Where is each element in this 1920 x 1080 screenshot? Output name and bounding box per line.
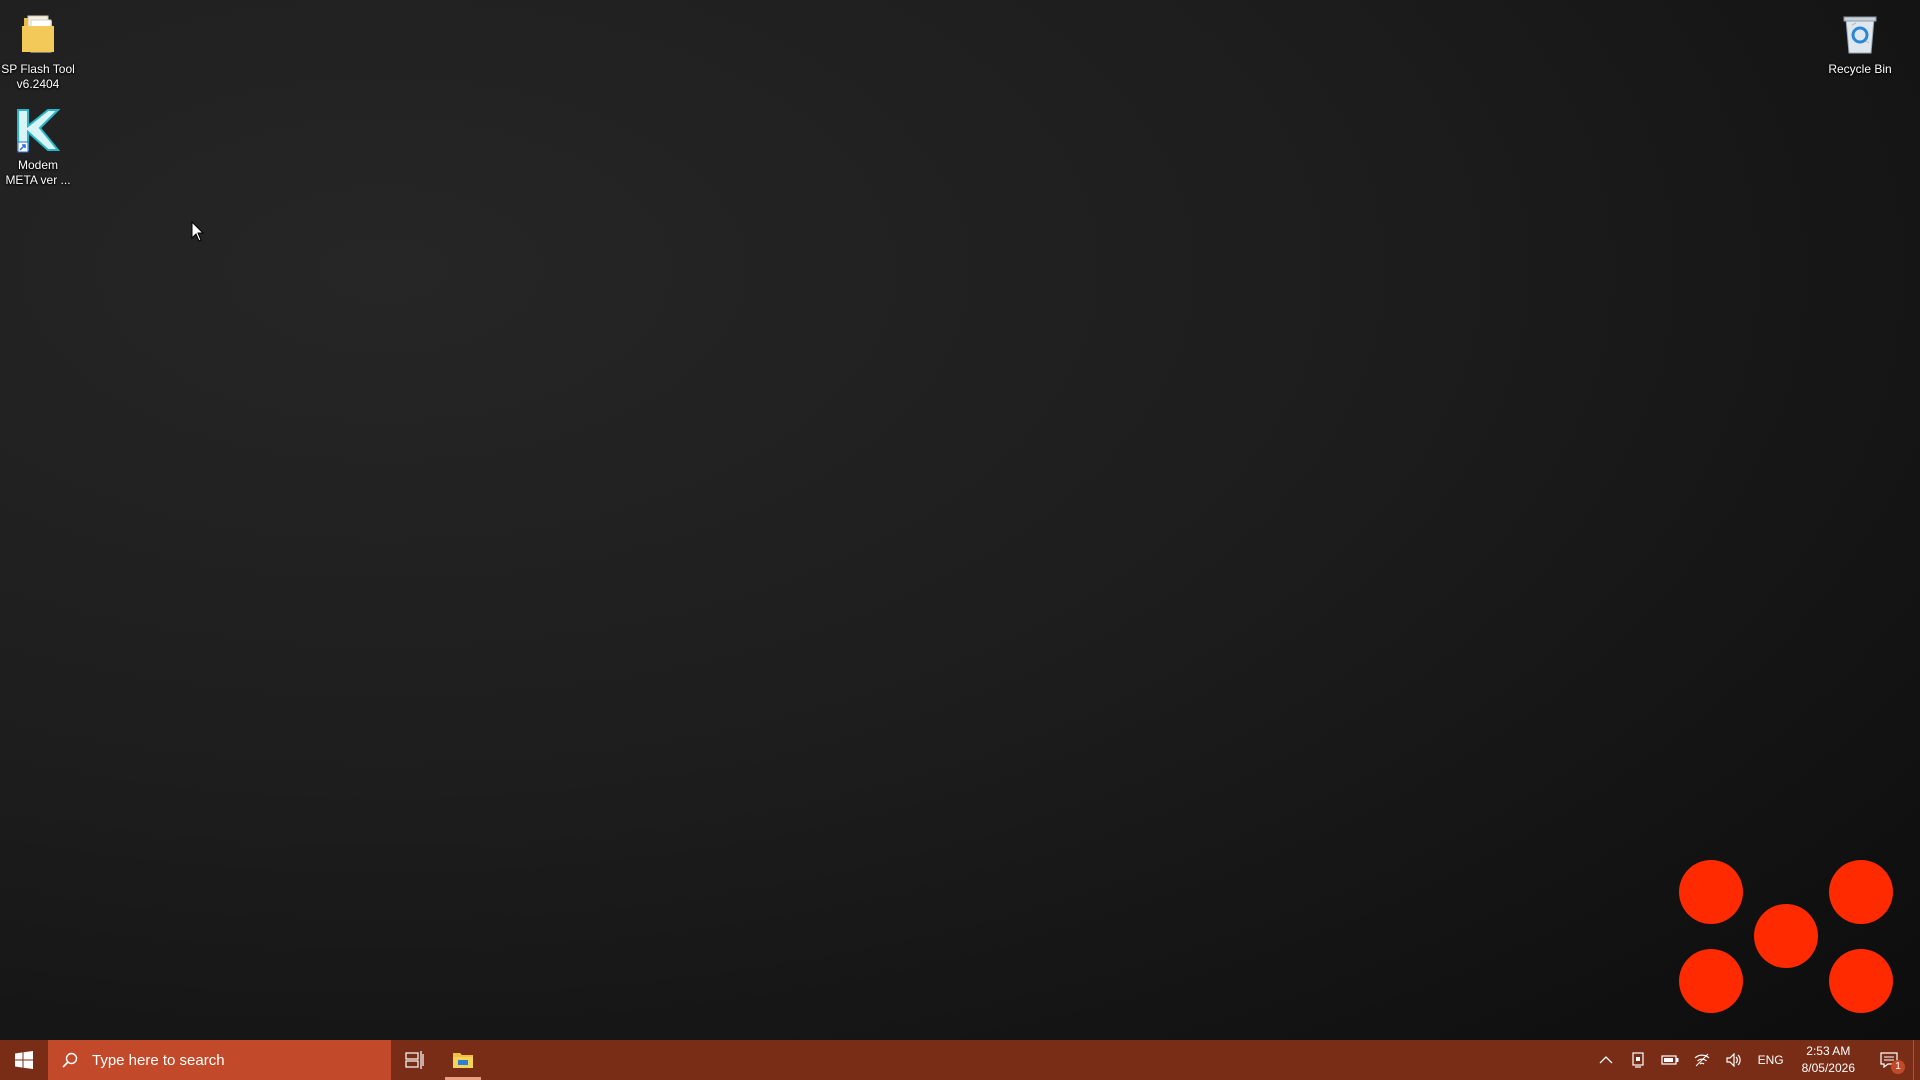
taskbar-search-box[interactable] (48, 1040, 391, 1080)
volume-tray-button[interactable] (1718, 1040, 1750, 1080)
desktop-icon-recycle-bin[interactable]: Recycle Bin (1822, 8, 1898, 77)
clock-time: 2:53 AM (1806, 1044, 1851, 1058)
input-language-indicator[interactable]: ENG (1750, 1053, 1792, 1067)
battery-tray-button[interactable] (1654, 1040, 1686, 1080)
decorative-dot (1829, 860, 1893, 924)
search-icon (62, 1052, 78, 1068)
chevron-up-icon (1599, 1056, 1613, 1064)
desktop-icon-label: SP Flash Tool v6.2404 (1, 62, 75, 91)
taskbar-clock[interactable]: 2:53 AM 8/05/2026 (1792, 1043, 1865, 1077)
device-icon (1631, 1052, 1644, 1068)
action-center-button[interactable]: 1 (1865, 1040, 1913, 1080)
desktop-icon-label: Modem META ver ... (5, 158, 71, 187)
network-tray-button[interactable] (1686, 1040, 1718, 1080)
battery-icon (1660, 1055, 1679, 1065)
file-explorer-button[interactable] (439, 1040, 487, 1080)
decorative-dots-logo (1679, 860, 1893, 1013)
folder-icon (12, 8, 64, 60)
desktop-icon-sp-flash-tool[interactable]: SP Flash Tool v6.2404 (0, 8, 76, 92)
decorative-dot (1679, 860, 1743, 924)
wifi-icon (1694, 1053, 1710, 1067)
decorative-dot (1754, 904, 1818, 968)
task-view-icon (405, 1051, 424, 1069)
mouse-cursor-icon (191, 221, 205, 242)
search-input[interactable] (90, 1050, 374, 1070)
decorative-dot (1829, 949, 1893, 1013)
windows-logo-icon (15, 1051, 33, 1069)
desktop-icon-label: Recycle Bin (1828, 62, 1892, 76)
show-hidden-icons-button[interactable] (1590, 1040, 1622, 1080)
file-explorer-icon (453, 1053, 473, 1068)
task-view-button[interactable] (391, 1040, 439, 1080)
system-tray: ENG 2:53 AM 8/05/2026 1 (1590, 1040, 1920, 1080)
decorative-dot (1679, 949, 1743, 1013)
desktop[interactable]: SP Flash Tool v6.2404 Modem META ver ...… (0, 0, 1920, 1040)
modem-meta-app-icon (12, 104, 64, 156)
recycle-bin-icon (1834, 8, 1886, 60)
desktop-icon-modem-meta[interactable]: Modem META ver ... (0, 104, 76, 188)
clock-date: 8/05/2026 (1801, 1061, 1855, 1075)
volume-icon (1725, 1053, 1741, 1067)
notification-count-badge: 1 (1891, 1060, 1905, 1074)
show-desktop-button[interactable] (1913, 1040, 1920, 1080)
start-button[interactable] (0, 1040, 48, 1080)
device-tray-button[interactable] (1622, 1040, 1654, 1080)
taskbar: ENG 2:53 AM 8/05/2026 1 (0, 1040, 1920, 1080)
